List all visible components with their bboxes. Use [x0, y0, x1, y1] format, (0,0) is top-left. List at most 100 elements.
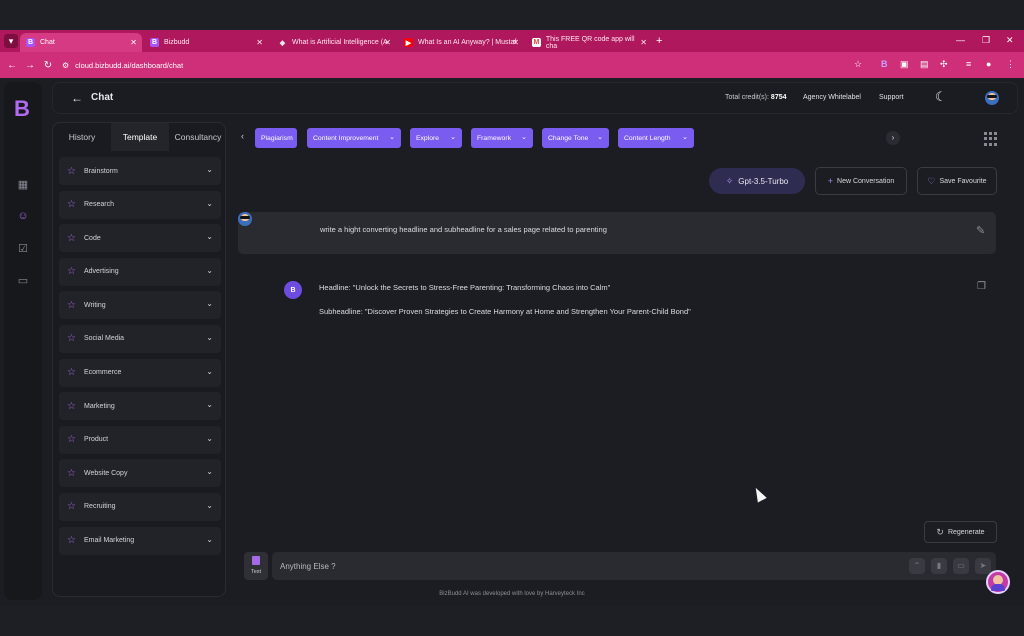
text-mode-button[interactable]: Text [244, 552, 268, 580]
minimize-icon[interactable]: — [956, 35, 965, 45]
category-research[interactable]: ☆ Research ⌄ [59, 190, 221, 219]
star-icon: ☆ [67, 535, 76, 547]
media-icon[interactable]: ▭ [16, 274, 30, 288]
scroll-right-icon[interactable]: › [886, 131, 900, 145]
category-writing[interactable]: ☆ Writing ⌄ [59, 291, 221, 320]
chip-label: Explore [416, 134, 440, 142]
category-product[interactable]: ☆ Product ⌄ [59, 425, 221, 454]
close-tab-icon[interactable]: ✕ [256, 38, 263, 47]
category-recruiting[interactable]: ☆ Recruiting ⌄ [59, 492, 221, 521]
address-bar[interactable]: ⚙ cloud.bizbudd.ai/dashboard/chat [62, 56, 872, 74]
microphone-icon[interactable]: ▮ [931, 558, 947, 574]
chip-content-improvement[interactable]: Content Improvement ⌄ [307, 128, 401, 148]
browser-tab-youtube[interactable]: ▶ What Is an AI Anyway? | Mustaf ✕ [398, 33, 524, 52]
category-social-media[interactable]: ☆ Social Media ⌄ [59, 324, 221, 353]
tab-favicon: ◆ [279, 39, 286, 47]
category-label: Code [84, 234, 101, 242]
category-label: Recruiting [84, 503, 116, 511]
model-selector-button[interactable]: ✧ Gpt-3.5-Turbo [709, 168, 805, 194]
browser-tab-ai-article[interactable]: ◆ What is Artificial Intelligence (A ✕ [272, 33, 396, 52]
mode-label: Text [250, 569, 262, 575]
close-tab-icon[interactable]: ✕ [512, 38, 519, 47]
apps-grid-icon[interactable] [984, 132, 998, 146]
address-row: ← → ↻ ⚙ cloud.bizbudd.ai/dashboard/chat … [0, 52, 1024, 78]
dashboard-grid-icon[interactable]: ▦ [16, 178, 30, 192]
tasks-check-icon[interactable]: ☑ [16, 242, 30, 256]
bookmark-star-icon[interactable]: ☆ [854, 59, 862, 70]
close-tab-icon[interactable]: ✕ [130, 38, 137, 47]
star-icon: ☆ [67, 501, 76, 513]
close-tab-icon[interactable]: ✕ [640, 38, 647, 47]
tab-search-icon[interactable]: ▾ [4, 34, 18, 48]
model-label: Gpt-3.5-Turbo [738, 176, 789, 186]
category-code[interactable]: ☆ Code ⌄ [59, 224, 221, 253]
back-nav-icon[interactable]: ← [3, 60, 21, 71]
clipboard-icon[interactable]: ❐ [977, 281, 986, 292]
page-title: Chat [91, 92, 114, 103]
scroll-left-icon[interactable]: ‹ [236, 131, 249, 145]
site-info-icon[interactable]: ⚙ [62, 61, 69, 70]
chevron-down-icon: ⌄ [597, 134, 603, 141]
chevron-up-icon[interactable]: ⌃ [909, 558, 925, 574]
category-label: Product [84, 436, 109, 444]
category-ecommerce[interactable]: ☆ Ecommerce ⌄ [59, 358, 221, 387]
regenerate-button[interactable]: ↻ Regenerate [924, 521, 997, 543]
theme-toggle-icon[interactable]: ☾ [935, 89, 947, 105]
app-logo[interactable]: B [14, 96, 30, 122]
category-advertising[interactable]: ☆ Advertising ⌄ [59, 257, 221, 286]
reload-icon[interactable]: ↻ [39, 60, 57, 71]
user-avatar[interactable] [985, 91, 999, 105]
bot-avatar: B [284, 281, 302, 299]
save-favourite-button[interactable]: ♡ Save Favourite [917, 167, 997, 195]
save-favourite-label: Save Favourite [939, 177, 987, 185]
chip-plagiarism[interactable]: Plagiarism [255, 128, 297, 148]
category-marketing[interactable]: ☆ Marketing ⌄ [59, 392, 221, 421]
agency-whitelabel-link[interactable]: Agency Whitelabel [803, 94, 861, 101]
tab-history[interactable]: History [53, 123, 111, 151]
extension-icon[interactable]: ▤ [920, 59, 929, 70]
chip-content-length[interactable]: Content Length ⌄ [618, 128, 694, 148]
support-chat-avatar[interactable] [986, 570, 1010, 594]
tool-chip-row: ‹ Plagiarism Content Improvement ⌄ Explor… [236, 128, 936, 148]
profile-icon[interactable]: ● [986, 59, 991, 69]
chevron-down-icon: ⌄ [206, 400, 213, 410]
browser-tab-bizbudd[interactable]: B Bizbudd ✕ [144, 33, 268, 52]
close-window-icon[interactable]: ✕ [1006, 35, 1014, 46]
credits-value: 8754 [770, 94, 787, 101]
category-label: Email Marketing [84, 537, 135, 545]
media-icon[interactable]: ≡ [966, 59, 971, 69]
tab-template[interactable]: Template [111, 123, 169, 151]
forward-nav-icon[interactable]: → [21, 60, 39, 71]
chevron-down-icon: ⌄ [206, 500, 213, 510]
category-brainstorm[interactable]: ☆ Brainstorm ⌄ [59, 157, 221, 185]
message-composer: ⌃ ▮ ▭ ➤ [272, 552, 996, 580]
tab-favicon: B [26, 38, 35, 47]
refresh-icon: ↻ [936, 526, 944, 537]
chip-label: Framework [477, 134, 511, 142]
chat-icon[interactable]: ☺ [16, 210, 30, 224]
chip-change-tone[interactable]: Change Tone ⌄ [542, 128, 609, 148]
back-arrow-icon[interactable]: ← [71, 91, 83, 105]
puzzle-icon[interactable]: ✣ [940, 59, 948, 70]
category-website-copy[interactable]: ☆ Website Copy ⌄ [59, 459, 221, 488]
chevron-down-icon: ⌄ [206, 433, 213, 443]
bizbudd-extension-icon[interactable]: B [881, 59, 888, 69]
extension-icon[interactable]: ▣ [900, 59, 909, 70]
chip-explore[interactable]: Explore ⌄ [410, 128, 462, 148]
close-tab-icon[interactable]: ✕ [384, 38, 391, 47]
send-icon[interactable]: ➤ [975, 558, 991, 574]
restore-icon[interactable]: ❐ [982, 35, 990, 46]
tab-title: Chat [40, 39, 55, 46]
new-conversation-button[interactable]: + New Conversation [815, 167, 907, 195]
message-input[interactable] [280, 557, 880, 575]
support-link[interactable]: Support [879, 94, 904, 101]
more-menu-icon[interactable]: ⋮ [1006, 59, 1015, 70]
new-tab-icon[interactable]: + [656, 35, 662, 47]
browser-tab-chat[interactable]: B Chat ✕ [20, 33, 142, 52]
category-email-marketing[interactable]: ☆ Email Marketing ⌄ [59, 526, 221, 555]
chip-framework[interactable]: Framework ⌄ [471, 128, 533, 148]
edit-icon[interactable]: ✎ [976, 224, 985, 237]
browser-tab-gmail[interactable]: M This FREE QR code app will cha ✕ [526, 33, 652, 52]
image-icon[interactable]: ▭ [953, 558, 969, 574]
tab-consultancy[interactable]: Consultancy [169, 123, 225, 151]
